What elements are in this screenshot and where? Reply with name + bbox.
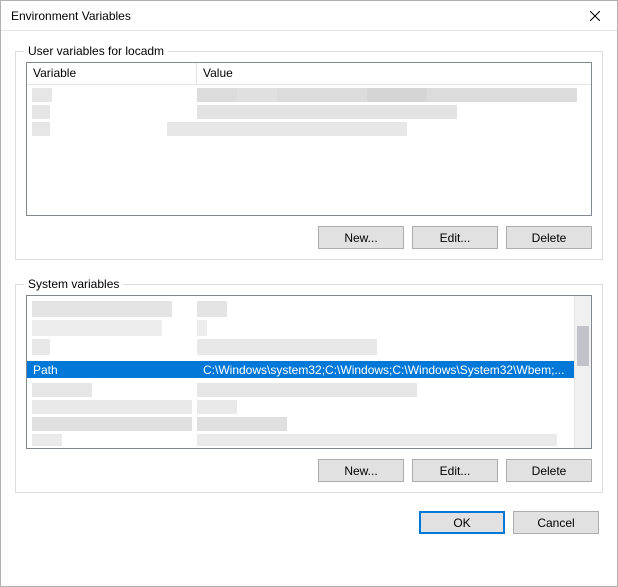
close-icon: [590, 11, 600, 21]
system-edit-button[interactable]: Edit...: [412, 459, 498, 482]
dialog-client: User variables for locadm Variable Value: [1, 31, 617, 586]
spacer: [15, 260, 603, 276]
user-vars-list[interactable]: Variable Value: [26, 62, 592, 216]
system-vars-buttons: New... Edit... Delete: [26, 459, 592, 482]
system-row-path[interactable]: Path C:\Windows\system32;C:\Windows;C:\W…: [27, 361, 574, 378]
dialog-buttons: OK Cancel: [15, 511, 603, 534]
scrollbar-thumb[interactable]: [577, 326, 589, 366]
titlebar: Environment Variables: [1, 1, 617, 31]
user-delete-button[interactable]: Delete: [506, 226, 592, 249]
system-vars-body: Path C:\Windows\system32;C:\Windows;C:\W…: [27, 296, 574, 448]
user-vars-buttons: New... Edit... Delete: [26, 226, 592, 249]
redacted-rows: [27, 85, 591, 215]
redacted-rows-top: [27, 296, 574, 361]
cell-value: C:\Windows\system32;C:\Windows;C:\Window…: [197, 363, 574, 377]
system-vars-label: System variables: [24, 277, 123, 291]
env-vars-dialog: Environment Variables User variables for…: [0, 0, 618, 587]
user-vars-body: [27, 85, 591, 215]
system-vars-list[interactable]: Variable Value Path: [26, 295, 592, 449]
col-variable[interactable]: Variable: [27, 63, 197, 84]
ok-button[interactable]: OK: [419, 511, 505, 534]
system-new-button[interactable]: New...: [318, 459, 404, 482]
col-value[interactable]: Value: [197, 63, 591, 84]
system-vars-scrollbar[interactable]: [574, 296, 591, 448]
system-vars-group: System variables Variable Value: [15, 284, 603, 493]
redacted-rows-bottom: [27, 380, 574, 448]
cancel-button[interactable]: Cancel: [513, 511, 599, 534]
cell-variable: Path: [27, 363, 197, 377]
user-edit-button[interactable]: Edit...: [412, 226, 498, 249]
system-delete-button[interactable]: Delete: [506, 459, 592, 482]
user-vars-label: User variables for locadm: [24, 44, 168, 58]
user-new-button[interactable]: New...: [318, 226, 404, 249]
user-vars-header: Variable Value: [27, 63, 591, 85]
window-title: Environment Variables: [11, 9, 572, 23]
close-button[interactable]: [572, 1, 617, 31]
user-vars-group: User variables for locadm Variable Value: [15, 51, 603, 260]
